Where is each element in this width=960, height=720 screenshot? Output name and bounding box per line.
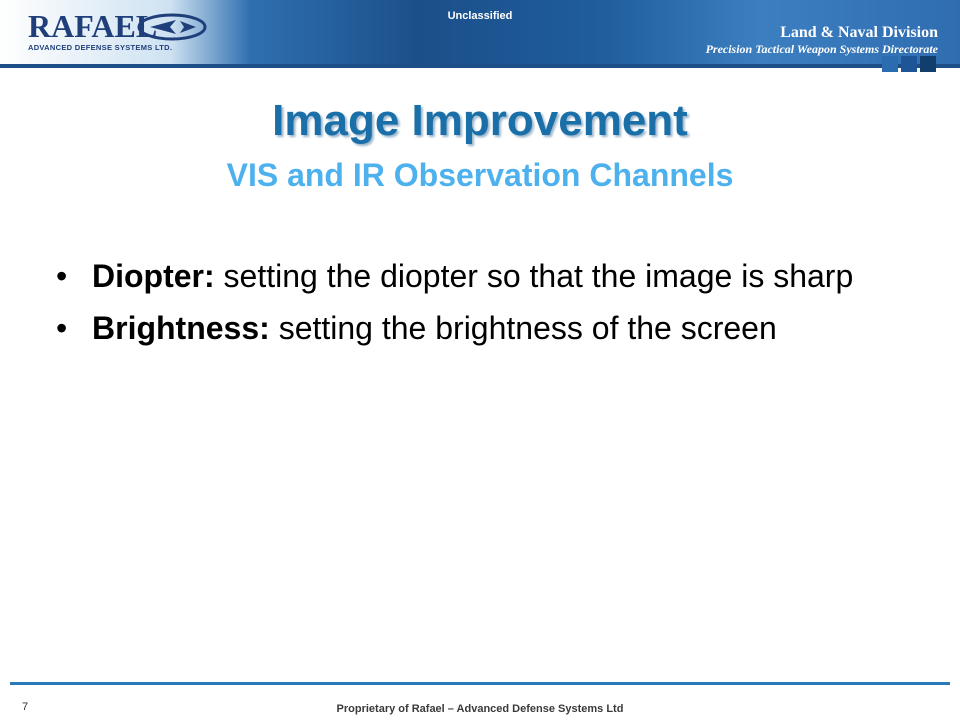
banner-divider [0,64,960,68]
bullet-list: • Diopter: setting the diopter so that t… [56,254,936,358]
division-block: Land & Naval Division Precision Tactical… [706,24,938,56]
slide-title: Image Improvement [272,96,688,145]
bullet-icon: • [56,258,68,294]
bullet-icon: • [56,310,68,346]
footer-divider [10,682,950,685]
bullet-text: setting the diopter so that the image is… [214,258,854,294]
brand-subtitle: ADVANCED DEFENSE SYSTEMS LTD. [28,43,173,52]
classification-label: Unclassified [447,10,513,22]
square-icon [901,56,917,72]
footer-proprietary-text: Proprietary of Rafael – Advanced Defense… [336,703,624,715]
slide-subtitle: VIS and IR Observation Channels [226,157,734,193]
header-banner: RAFAEL ADVANCED DEFENSE SYSTEMS LTD. Unc… [0,0,960,68]
division-subtitle: Precision Tactical Weapon Systems Direct… [705,42,938,56]
square-icon [882,56,898,72]
division-title: Land & Naval Division [780,24,938,41]
bullet-item: • Diopter: setting the diopter so that t… [56,254,936,298]
bullet-item: • Brightness: setting the brightness of … [56,306,936,350]
bullet-text: setting the brightness of the screen [269,310,777,346]
bullet-term: Diopter: [92,258,215,294]
decorative-squares [882,56,936,72]
square-icon [920,56,936,72]
bullet-term: Brightness: [92,310,270,346]
